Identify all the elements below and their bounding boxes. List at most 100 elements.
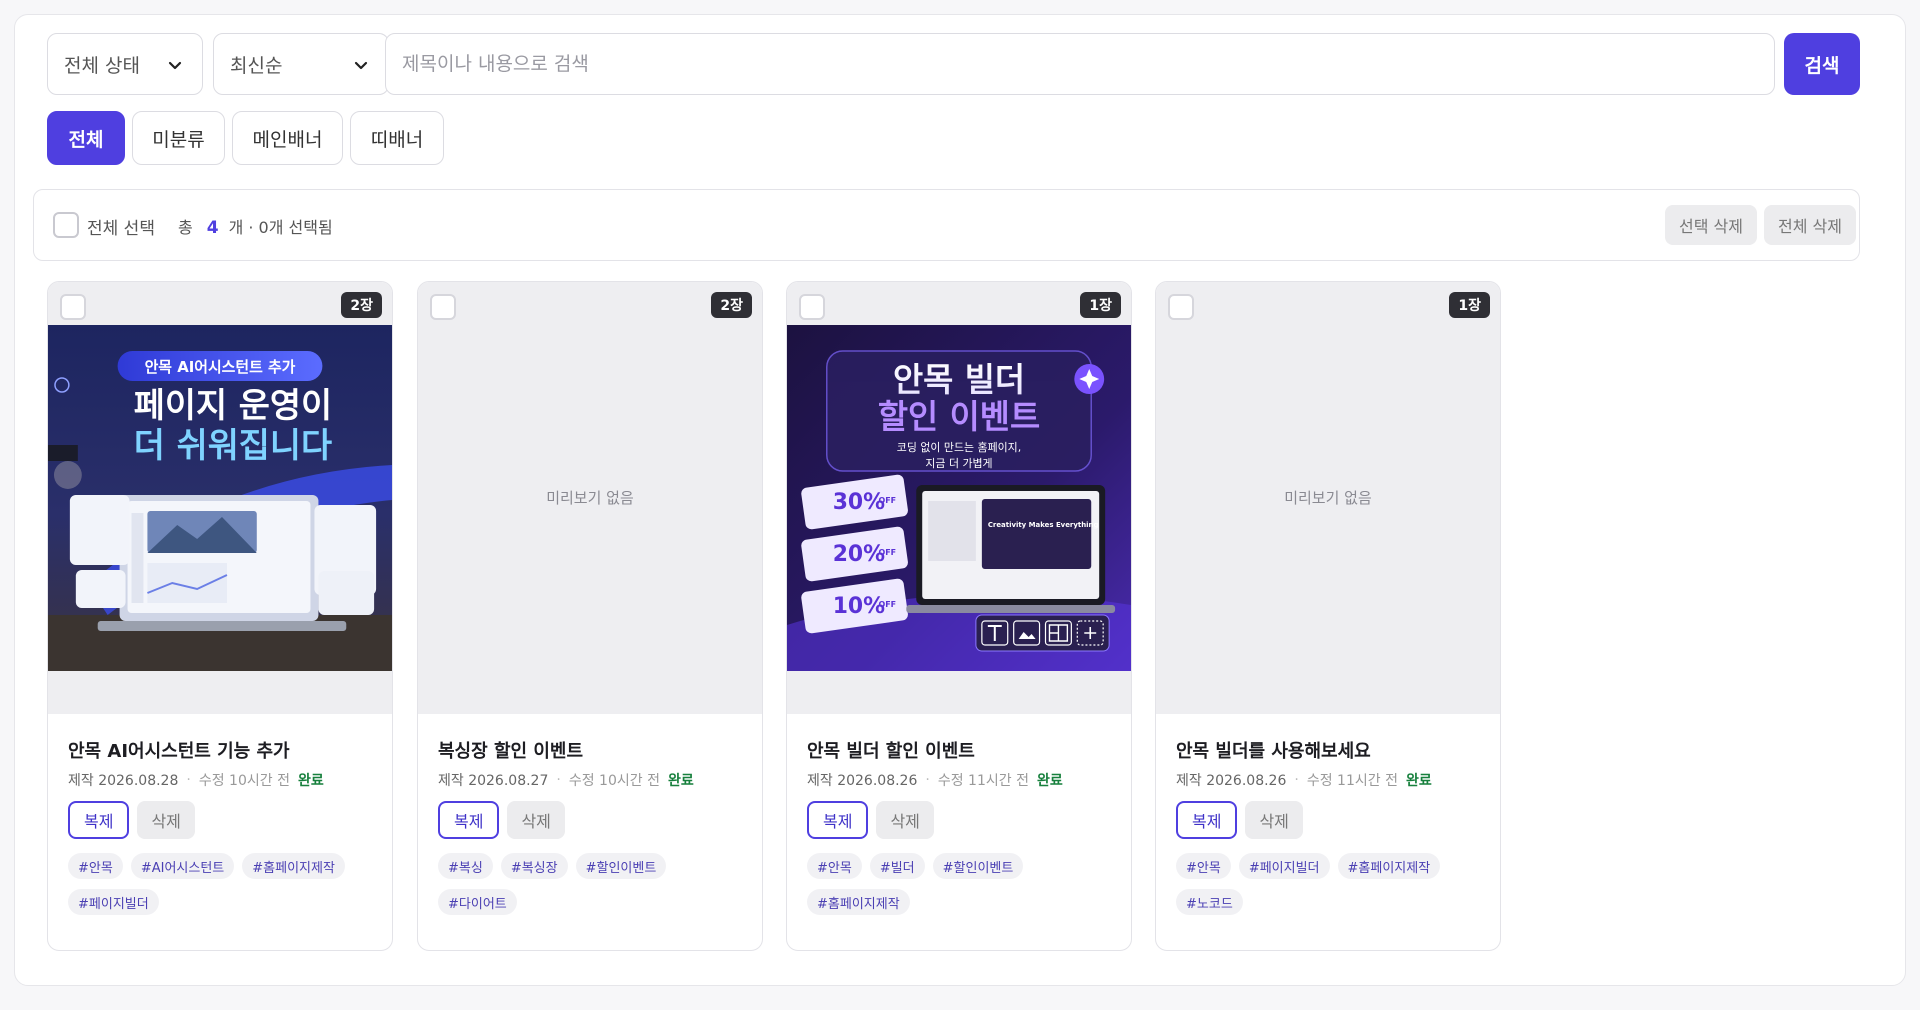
preview-pill-text: 안목 AI어시스턴트 추가	[145, 358, 296, 376]
tag-chip[interactable]: #복싱장	[500, 853, 568, 879]
status-filter-value: 전체 상태	[64, 54, 140, 77]
tag-chip[interactable]: #안목	[68, 853, 123, 879]
banner-card[interactable]: 미리보기 없음 1장 안목 빌더를 사용해보세요 제작 2026.08.26 ·…	[1155, 281, 1501, 951]
delete-all-button[interactable]: 전체 삭제	[1764, 205, 1856, 245]
tab-main-banner[interactable]: 메인배너	[232, 111, 343, 165]
banner-card[interactable]: 안목 AI어시스턴트 추가 페이지 운영이 더 쉬워집니다 2장 안목 AI어시…	[47, 281, 393, 951]
delete-button[interactable]: 삭제	[1245, 801, 1303, 839]
coupon-percent: 20%	[833, 542, 885, 567]
total-prefix: 총	[178, 218, 193, 237]
chevron-down-icon	[354, 61, 368, 70]
card-actions: 복제 삭제	[1176, 801, 1303, 839]
tag-chip[interactable]: #안목	[1176, 853, 1231, 879]
tab-uncategorized[interactable]: 미분류	[132, 111, 225, 165]
card-checkbox[interactable]	[1168, 294, 1194, 320]
coupon-stack: 30% OFF 20% OFF 10% OFF	[801, 474, 908, 634]
tab-all[interactable]: 전체	[47, 111, 125, 165]
status-badge: 완료	[297, 773, 324, 789]
tag-chip[interactable]: #AI어시스턴트	[130, 853, 235, 879]
status-badge: 완료	[1405, 773, 1432, 789]
tag-chip[interactable]: #안목	[807, 853, 862, 879]
preview-headline-2: 더 쉬워집니다	[134, 426, 332, 465]
delete-button[interactable]: 삭제	[137, 801, 195, 839]
separator-dot: ·	[1294, 772, 1299, 788]
card-title: 복싱장 할인 이벤트	[438, 741, 584, 762]
tab-strip-banner[interactable]: 띠배너	[350, 111, 444, 165]
duplicate-button[interactable]: 복제	[438, 801, 500, 839]
duplicate-button[interactable]: 복제	[68, 801, 130, 839]
search-button[interactable]: 검색	[1784, 33, 1860, 95]
chevron-down-icon	[168, 61, 182, 70]
created-date: 제작 2026.08.26	[1176, 773, 1287, 789]
tag-chip[interactable]: #홈페이지제작	[1337, 853, 1441, 879]
laptop-screen-text: Creativity Makes Everything	[988, 521, 1099, 529]
card-actions: 복제 삭제	[807, 801, 934, 839]
banner-preview-image: 안목 빌더 할인 이벤트 코딩 없이 만드는 홈페이지, 지금 더 가볍게 30…	[787, 325, 1131, 671]
card-checkbox[interactable]	[60, 294, 86, 320]
card-thumbnail[interactable]: 미리보기 없음	[418, 282, 762, 714]
tag-chip[interactable]: #페이지빌더	[1238, 853, 1330, 879]
card-thumbnail[interactable]: 안목 빌더 할인 이벤트 코딩 없이 만드는 홈페이지, 지금 더 가볍게 30…	[787, 282, 1131, 714]
card-meta: 제작 2026.08.26 · 수정 11시간 전 완료	[1176, 770, 1432, 790]
card-meta: 제작 2026.08.26 · 수정 11시간 전 완료	[807, 770, 1063, 790]
coupon-off-label: OFF	[878, 548, 896, 557]
tag-chip[interactable]: #다이어트	[438, 889, 517, 915]
tag-chip[interactable]: #복싱	[438, 853, 493, 879]
separator-dot: ·	[186, 772, 191, 788]
updated-time: 수정 11시간 전	[1306, 773, 1398, 789]
card-meta: 제작 2026.08.27 · 수정 10시간 전 완료	[438, 770, 694, 790]
image-count-badge: 1장	[1080, 292, 1121, 318]
separator-dot: ·	[925, 772, 930, 788]
card-thumbnail[interactable]: 미리보기 없음	[1156, 282, 1500, 714]
tag-chip[interactable]: #페이지빌더	[68, 889, 159, 915]
tag-chip[interactable]: #할인이벤트	[575, 853, 667, 879]
tag-chip[interactable]: #홈페이지제작	[807, 889, 910, 915]
tag-chip[interactable]: #빌더	[869, 853, 925, 879]
coupon-percent: 30%	[833, 490, 885, 515]
search-input[interactable]	[385, 33, 1775, 95]
card-checkbox[interactable]	[430, 294, 456, 320]
coupon-off-label: OFF	[878, 496, 896, 505]
preview-subtitle-1: 코딩 없이 만드는 홈페이지,	[897, 440, 1021, 454]
tag-chip[interactable]: #노코드	[1176, 889, 1243, 915]
selection-bar: 전체 선택 총 4 개 · 0개 선택됨 선택 삭제 전체 삭제	[33, 189, 1860, 261]
select-all-label: 전체 선택	[87, 219, 155, 239]
card-meta: 제작 2026.08.28 · 수정 10시간 전 완료	[68, 770, 324, 790]
preview-headline-2: 할인 이벤트	[878, 397, 1040, 436]
status-filter-select[interactable]: 전체 상태	[47, 33, 203, 95]
preview-headline-1: 페이지 운영이	[134, 386, 332, 425]
created-date: 제작 2026.08.27	[438, 773, 549, 789]
total-count: 4	[206, 218, 219, 238]
updated-time: 수정 10시간 전	[568, 773, 660, 789]
no-preview-text: 미리보기 없음	[1284, 489, 1372, 507]
tag-list: #안목 #AI어시스턴트 #홈페이지제작 #페이지빌더	[68, 853, 378, 915]
duplicate-button[interactable]: 복제	[807, 801, 869, 839]
tag-list: #안목 #페이지빌더 #홈페이지제작 #노코드	[1176, 853, 1486, 915]
delete-selected-button[interactable]: 선택 삭제	[1665, 205, 1757, 245]
duplicate-button[interactable]: 복제	[1176, 801, 1238, 839]
status-badge: 완료	[1036, 773, 1063, 789]
delete-button[interactable]: 삭제	[876, 801, 934, 839]
card-title: 안목 AI어시스턴트 기능 추가	[68, 741, 290, 762]
selected-count-text: 개 · 0개 선택됨	[228, 218, 333, 237]
sort-select[interactable]: 최신순	[213, 33, 389, 95]
tag-list: #안목 #빌더 #할인이벤트 #홈페이지제작	[807, 853, 1117, 915]
delete-button[interactable]: 삭제	[507, 801, 565, 839]
select-all-checkbox[interactable]	[53, 212, 79, 238]
tag-chip[interactable]: #할인이벤트	[932, 853, 1024, 879]
card-actions: 복제 삭제	[438, 801, 565, 839]
sort-value: 최신순	[230, 54, 283, 77]
banner-card[interactable]: 미리보기 없음 2장 복싱장 할인 이벤트 제작 2026.08.27 · 수정…	[417, 281, 763, 951]
tag-chip[interactable]: #홈페이지제작	[242, 853, 345, 879]
no-preview-text: 미리보기 없음	[546, 489, 634, 507]
card-title: 안목 빌더를 사용해보세요	[1176, 741, 1371, 762]
coupon-percent: 10%	[833, 594, 885, 619]
card-checkbox[interactable]	[799, 294, 825, 320]
image-count-badge: 2장	[341, 292, 382, 318]
banner-card[interactable]: 안목 빌더 할인 이벤트 코딩 없이 만드는 홈페이지, 지금 더 가볍게 30…	[786, 281, 1132, 951]
coupon-off-label: OFF	[878, 600, 896, 609]
card-thumbnail[interactable]: 안목 AI어시스턴트 추가 페이지 운영이 더 쉬워집니다	[48, 282, 392, 714]
image-count-badge: 2장	[711, 292, 752, 318]
created-date: 제작 2026.08.28	[68, 773, 179, 789]
preview-headline-1: 안목 빌더	[893, 360, 1025, 399]
